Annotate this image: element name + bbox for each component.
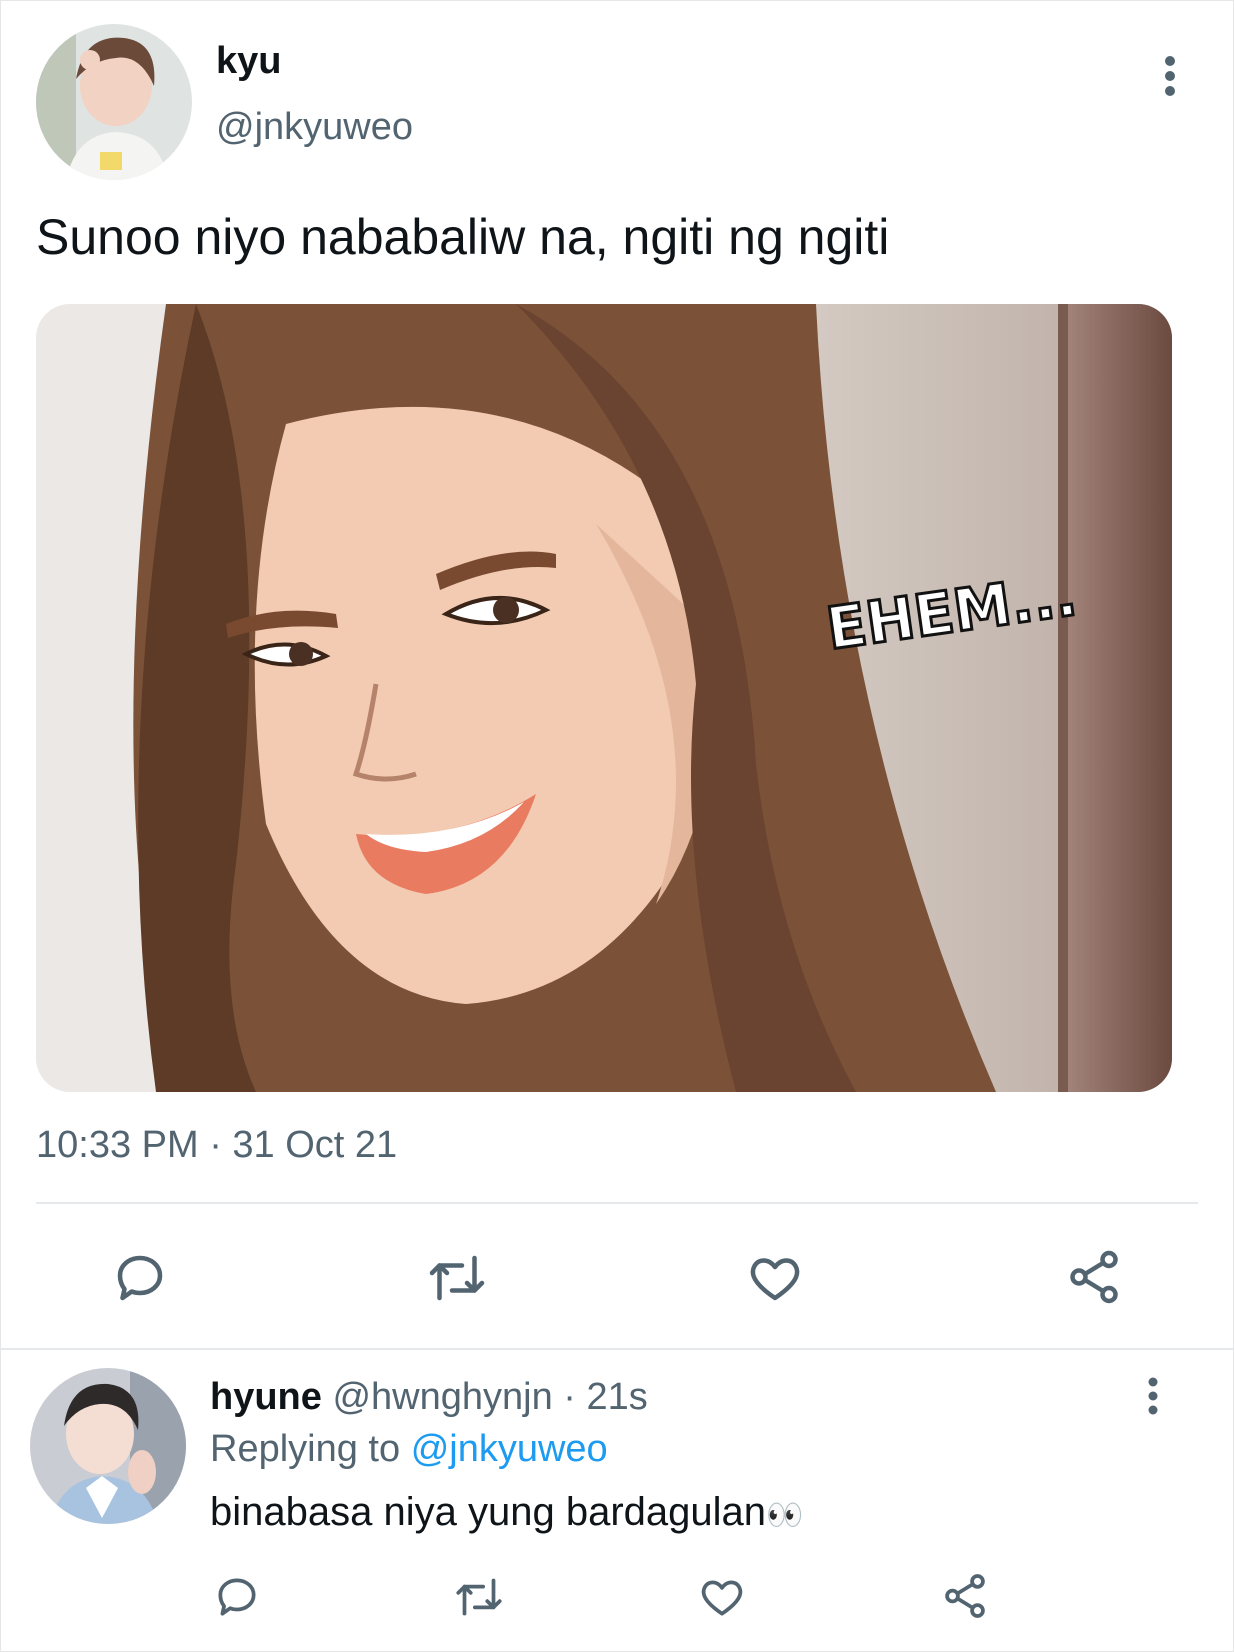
reply-meta: hyune @hwnghynjn · 21s <box>210 1376 648 1419</box>
more-options-icon[interactable] <box>1158 54 1182 98</box>
reply-text: binabasa niya yung bardagulan <box>210 1490 766 1534</box>
replying-to-line: Replying to @jnkyuweo <box>210 1428 608 1471</box>
section-divider <box>0 1348 1234 1350</box>
reply-like-icon[interactable] <box>696 1572 748 1622</box>
tweet-text: Sunoo niyo nababaliw na, ngiti ng ngiti <box>36 209 890 265</box>
reply-share-icon[interactable] <box>940 1570 990 1622</box>
like-icon[interactable] <box>744 1248 806 1308</box>
author-handle[interactable]: @jnkyuweo <box>216 106 413 149</box>
tweet-divider <box>36 1202 1198 1204</box>
author-avatar[interactable] <box>36 24 192 180</box>
tweet-media[interactable]: EHEM... <box>36 304 1172 1092</box>
reply-author-name[interactable]: hyune <box>210 1376 322 1418</box>
reply-time[interactable]: · 21s <box>563 1376 647 1418</box>
author-name[interactable]: kyu <box>216 40 281 83</box>
reply-reply-icon[interactable] <box>212 1572 262 1622</box>
share-icon[interactable] <box>1064 1246 1124 1308</box>
retweet-icon[interactable] <box>422 1248 492 1308</box>
reply-icon[interactable] <box>110 1248 170 1308</box>
replying-to-label: Replying to <box>210 1428 401 1470</box>
reply-author-handle[interactable]: @hwnghynjn <box>332 1376 552 1418</box>
reply-text-line: binabasa niya yung bardagulan👀 <box>210 1490 803 1535</box>
tweet-timestamp: 10:33 PM · 31 Oct 21 <box>36 1124 398 1166</box>
reply-avatar[interactable] <box>30 1368 186 1524</box>
replying-to-handle[interactable]: @jnkyuweo <box>411 1428 608 1470</box>
reply-more-options-icon[interactable] <box>1142 1376 1164 1416</box>
reply-retweet-icon[interactable] <box>450 1572 508 1622</box>
eyes-emoji: 👀 <box>766 1499 804 1532</box>
